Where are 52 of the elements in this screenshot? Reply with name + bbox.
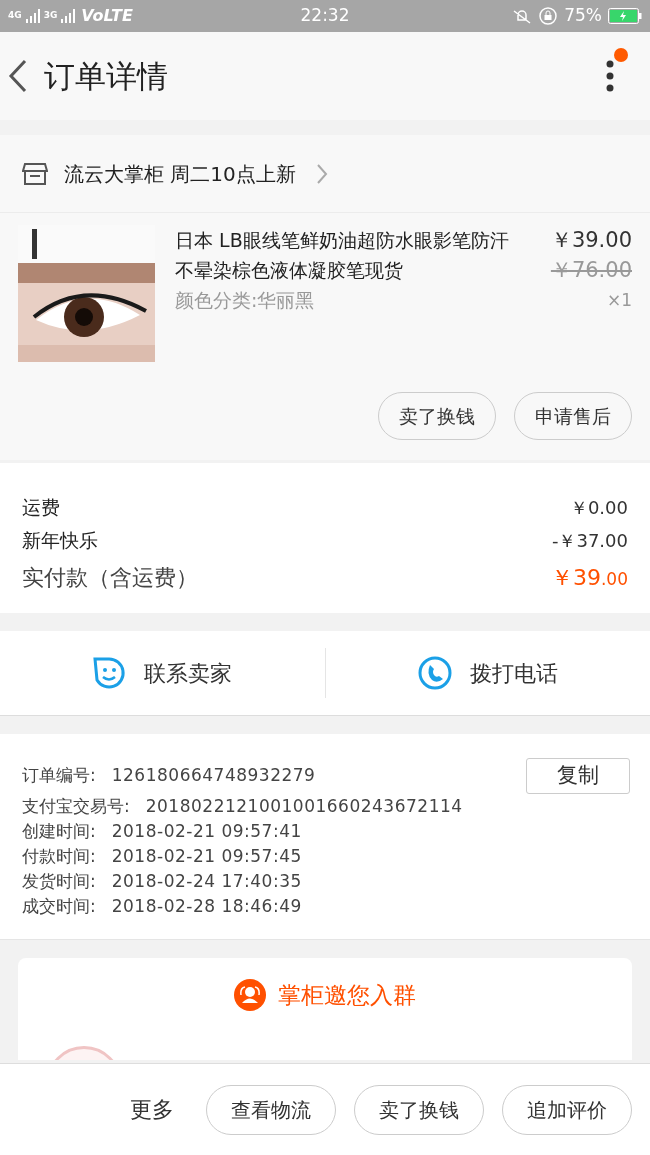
signal-icon	[25, 9, 40, 23]
bottom-action-button[interactable]: 追加评价	[502, 1084, 632, 1135]
phone-icon	[417, 656, 452, 690]
fee-label: 实付款（含运费）	[22, 564, 198, 592]
menu-icon	[606, 60, 614, 92]
bottom-action-button[interactable]: 查看物流	[206, 1084, 336, 1135]
shop-name[interactable]: 流云大掌柜 周二10点上新	[64, 158, 296, 189]
more-button[interactable]: 更多	[130, 1093, 174, 1126]
info-label: 发货时间:	[22, 869, 96, 893]
chat-icon	[92, 656, 127, 690]
group-title: 掌柜邀您入群	[278, 981, 416, 1010]
status-time: 22:32	[300, 4, 350, 28]
rotation-lock-icon	[538, 6, 559, 26]
group-icon	[234, 979, 266, 1012]
info-value: 2018022121001001660243672114	[145, 794, 464, 818]
battery-percent: 75%	[564, 4, 602, 28]
info-value: 2018-02-28 18:46:49	[111, 894, 303, 918]
total-amount: ￥39.00	[550, 564, 628, 592]
info-label: 成交时间:	[22, 894, 96, 918]
info-value: 2018-02-21 09:57:45	[111, 844, 303, 868]
product-price: ￥39.00	[550, 227, 632, 254]
mute-icon	[512, 7, 533, 25]
fee-label: 新年快乐	[22, 528, 98, 554]
copy-button[interactable]: 复制	[526, 758, 630, 794]
product-title[interactable]: 日本 LB眼线笔鲜奶油超防水眼影笔防汗不晕染棕色液体凝胶笔现货	[175, 225, 520, 285]
info-value: 2018-02-21 09:57:41	[111, 819, 303, 843]
fee-amount: ￥0.00	[569, 496, 628, 520]
product-quantity: ×1	[606, 289, 632, 312]
action-button[interactable]: 卖了换钱	[378, 392, 496, 440]
chevron-right-icon	[315, 162, 328, 185]
original-price: ￥76.00	[550, 257, 632, 284]
info-value: 2018-02-24 17:40:35	[111, 869, 303, 893]
signal-icon	[61, 9, 76, 23]
network-label: 3G	[43, 9, 58, 23]
network-label: 4G	[8, 9, 22, 23]
action-button[interactable]: 申请售后	[514, 392, 632, 440]
product-variant: 颜色分类:华丽黑	[175, 288, 316, 313]
fee-label: 运费	[22, 495, 60, 521]
shop-icon	[22, 161, 48, 186]
fee-amount: -￥37.00	[551, 529, 628, 553]
info-label: 订单编号:	[22, 764, 96, 788]
bottom-action-button[interactable]: 卖了换钱	[354, 1084, 484, 1135]
info-value: 126180664748932279	[111, 764, 317, 788]
info-label: 付款时间:	[22, 844, 96, 868]
battery-icon	[608, 8, 642, 24]
volte-label: VoLTE	[81, 5, 133, 27]
contact-button[interactable]: 联系卖家	[0, 648, 325, 698]
back-icon	[8, 58, 28, 94]
info-label: 支付宝交易号:	[22, 794, 130, 818]
info-label: 创建时间:	[22, 819, 96, 843]
page-title: 订单详情	[44, 56, 169, 96]
contact-button[interactable]: 拨打电话	[324, 648, 650, 698]
